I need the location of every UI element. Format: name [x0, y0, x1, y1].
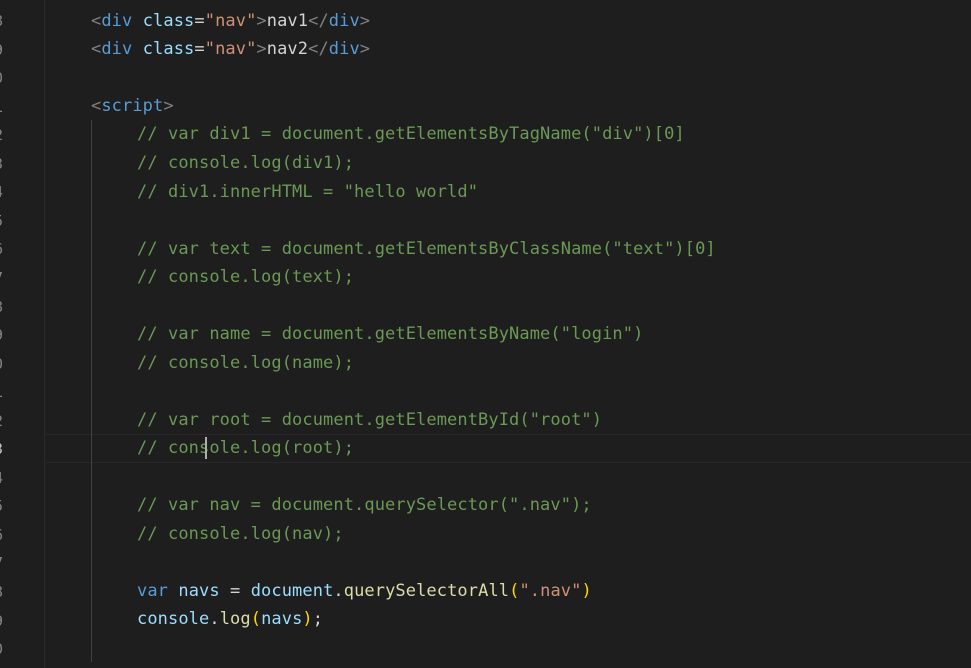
line-number: 6 [0, 521, 8, 550]
code-token: var [137, 581, 169, 601]
line-number: 8 [0, 293, 8, 322]
code-token: < [91, 39, 102, 59]
code-token: div [101, 39, 133, 59]
line-number-gutter: 89012345678901234567890 [0, 0, 45, 668]
code-token: ; [312, 609, 324, 629]
line-number: 3 [0, 150, 8, 179]
code-token: . [209, 609, 220, 629]
line-number: 0 [0, 64, 8, 93]
code-line-comment-2[interactable]: // console.log(div1); [137, 149, 354, 178]
line-number: 9 [0, 321, 8, 350]
code-line-div-nav2[interactable]: <div class="nav">nav2</div> [91, 35, 370, 64]
code-token: = [219, 581, 251, 601]
code-line-comment-3[interactable]: // div1.innerHTML = "hello world" [137, 178, 478, 207]
line-number: 1 [0, 93, 8, 122]
line-number: 0 [0, 635, 8, 664]
code-token: < [91, 96, 102, 116]
line-number: 5 [0, 492, 8, 521]
line-number: 5 [0, 207, 8, 236]
line-number: 8 [0, 578, 8, 607]
line-number: 4 [0, 464, 8, 493]
line-number: 9 [0, 36, 8, 65]
line-number: 9 [0, 607, 8, 636]
line-number: 2 [0, 121, 8, 150]
line-number: 6 [0, 235, 8, 264]
text-cursor [205, 437, 207, 459]
code-token: . [333, 581, 344, 601]
code-token: div [101, 11, 133, 31]
code-line-comment-4[interactable]: // var text = document.getElementsByClas… [137, 235, 716, 264]
code-token: document [250, 581, 334, 601]
code-token: navs [178, 581, 220, 601]
code-token: "nav" [204, 39, 257, 59]
line-number: 1 [0, 378, 8, 407]
code-token: ( [509, 581, 520, 601]
code-token: < [91, 11, 102, 31]
code-token: </ [308, 11, 329, 31]
code-token: querySelectorAll [343, 581, 510, 601]
code-token: = [194, 11, 205, 31]
code-token: div [328, 11, 360, 31]
line-number: 0 [0, 350, 8, 379]
code-line-comment-6[interactable]: // var name = document.getElementsByName… [137, 320, 643, 349]
code-token: > [359, 39, 371, 59]
code-token: log [219, 609, 251, 629]
line-number: 7 [0, 549, 8, 578]
code-token: ( [250, 609, 262, 629]
indent-guide-script [91, 120, 92, 662]
code-token: ) [302, 609, 313, 629]
code-token: nav1 [266, 11, 309, 31]
code-token: > [256, 39, 267, 59]
code-line-console-log-navs[interactable]: console.log(navs); [137, 605, 323, 634]
code-line-comment-5[interactable]: // console.log(text); [137, 263, 354, 292]
code-token: </ [308, 39, 329, 59]
code-line-comment-1[interactable]: // var div1 = document.getElementsByTagN… [137, 120, 685, 149]
code-token: ) [581, 581, 592, 601]
code-token: nav2 [266, 39, 309, 59]
code-token: "nav" [204, 11, 257, 31]
line-number: 7 [0, 264, 8, 293]
code-line-script-open[interactable]: <script> [91, 92, 174, 121]
code-line-comment-10[interactable]: // var nav = document.querySelector(".na… [137, 491, 592, 520]
code-line-comment-11[interactable]: // console.log(nav); [137, 520, 344, 549]
code-token: navs [261, 609, 303, 629]
code-token: class [142, 39, 195, 59]
code-token: = [194, 39, 205, 59]
code-token: div [328, 39, 360, 59]
code-token: console [137, 609, 210, 629]
line-number: 4 [0, 178, 8, 207]
line-number: 2 [0, 407, 8, 436]
code-token: > [163, 96, 174, 116]
code-line-div-nav1[interactable]: <div class="nav">nav1</div> [91, 7, 370, 36]
code-editor[interactable]: 89012345678901234567890 <div class="nav"… [0, 0, 971, 668]
code-token: class [142, 11, 195, 31]
code-line-comment-9[interactable]: // console.log(root); [137, 434, 354, 463]
line-number: 8 [0, 7, 8, 36]
line-number: 3 [0, 435, 8, 464]
code-line-comment-7[interactable]: // console.log(name); [137, 349, 354, 378]
code-token: > [359, 11, 371, 31]
code-line-var-navs[interactable]: var navs = document.querySelectorAll(".n… [137, 577, 592, 606]
code-token: ".nav" [519, 581, 582, 601]
code-line-comment-8[interactable]: // var root = document.getElementById("r… [137, 406, 602, 435]
code-token: > [256, 11, 267, 31]
code-token: script [101, 96, 164, 116]
